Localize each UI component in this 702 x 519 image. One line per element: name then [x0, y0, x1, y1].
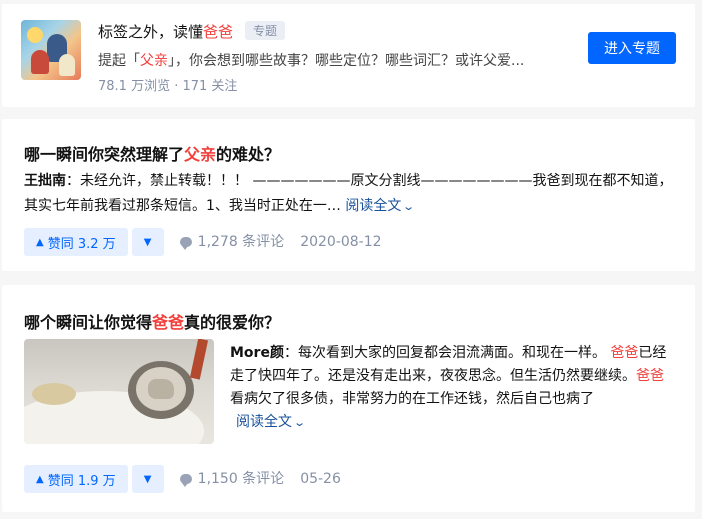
upvote-button[interactable]: ▲ 赞同 1.9 万 — [24, 465, 128, 493]
comment-icon — [179, 474, 192, 487]
keyword-highlight: 爸爸 — [203, 23, 234, 41]
downvote-button[interactable]: ▼ — [131, 228, 164, 256]
keyword-highlight: 爸爸 — [610, 345, 639, 361]
comments-button[interactable]: 1,278 条评论 — [179, 228, 284, 256]
keyword-highlight: 父亲 — [184, 145, 217, 164]
downvote-button[interactable]: ▼ — [131, 465, 164, 493]
comment-icon — [179, 237, 192, 250]
answer-date: 2020-08-12 — [300, 234, 382, 250]
answer-thumbnail-image[interactable] — [24, 339, 214, 444]
read-more-link[interactable]: 阅读全文⌄ — [236, 414, 306, 430]
upvote-button[interactable]: ▲ 赞同 3.2 万 — [24, 228, 128, 256]
answer-card: 哪一瞬间你突然理解了父亲的难处？ 王拙南：未经允许，禁止转载！！！ ——————… — [2, 119, 695, 271]
answer-card: 哪个瞬间让你觉得爸爸真的很爱你？ More颜：每次看到大家的回复都会泪流满面。和… — [2, 285, 695, 512]
author-name[interactable]: 王拙南 — [24, 173, 66, 189]
chevron-down-icon: ⌄ — [402, 200, 416, 213]
author-name[interactable]: More颜 — [230, 345, 284, 361]
topic-description: 提起「父亲」，你会想到哪些故事？哪些定位？哪些词汇？或许父爱... — [98, 53, 525, 69]
answer-date: 05-26 — [300, 471, 341, 487]
downvote-arrow-icon: ▼ — [143, 473, 152, 485]
topic-stats: 78.1 万浏览 · 171 关注 — [98, 79, 238, 94]
topic-card[interactable]: 标签之外，读懂爸爸 专题 提起「父亲」，你会想到哪些故事？哪些定位？哪些词汇？或许… — [2, 4, 695, 107]
answer-excerpt[interactable]: 王拙南：未经允许，禁止转载！！！ ———————原文分割线————————我爸到… — [24, 169, 676, 219]
answer-actions: ▲ 赞同 3.2 万 ▼ 1,278 条评论 2020-08-12 — [24, 228, 382, 256]
chevron-down-icon: ⌄ — [293, 416, 307, 429]
keyword-highlight: 爸爸 — [636, 368, 664, 384]
keyword-highlight: 爸爸 — [152, 313, 185, 332]
topic-tag-badge: 专题 — [245, 21, 286, 40]
enter-topic-button[interactable]: 进入专题 — [588, 32, 676, 64]
keyword-highlight: 父亲 — [140, 53, 168, 69]
upvote-arrow-icon: ▲ — [36, 236, 44, 248]
question-title[interactable]: 哪个瞬间让你觉得爸爸真的很爱你？ — [24, 309, 280, 333]
downvote-arrow-icon: ▼ — [143, 236, 152, 248]
topic-cover-image[interactable] — [21, 20, 81, 80]
comments-button[interactable]: 1,150 条评论 — [179, 465, 284, 493]
answer-actions: ▲ 赞同 1.9 万 ▼ 1,150 条评论 05-26 — [24, 465, 341, 493]
question-title[interactable]: 哪一瞬间你突然理解了父亲的难处？ — [24, 141, 280, 165]
topic-title[interactable]: 标签之外，读懂爸爸 专题 — [98, 21, 286, 42]
read-more-link[interactable]: 阅读全文⌄ — [345, 198, 415, 214]
upvote-arrow-icon: ▲ — [36, 473, 44, 485]
answer-excerpt[interactable]: More颜：每次看到大家的回复都会泪流满面。和现在一样。 爸爸已经走了快四年了。… — [230, 342, 676, 434]
